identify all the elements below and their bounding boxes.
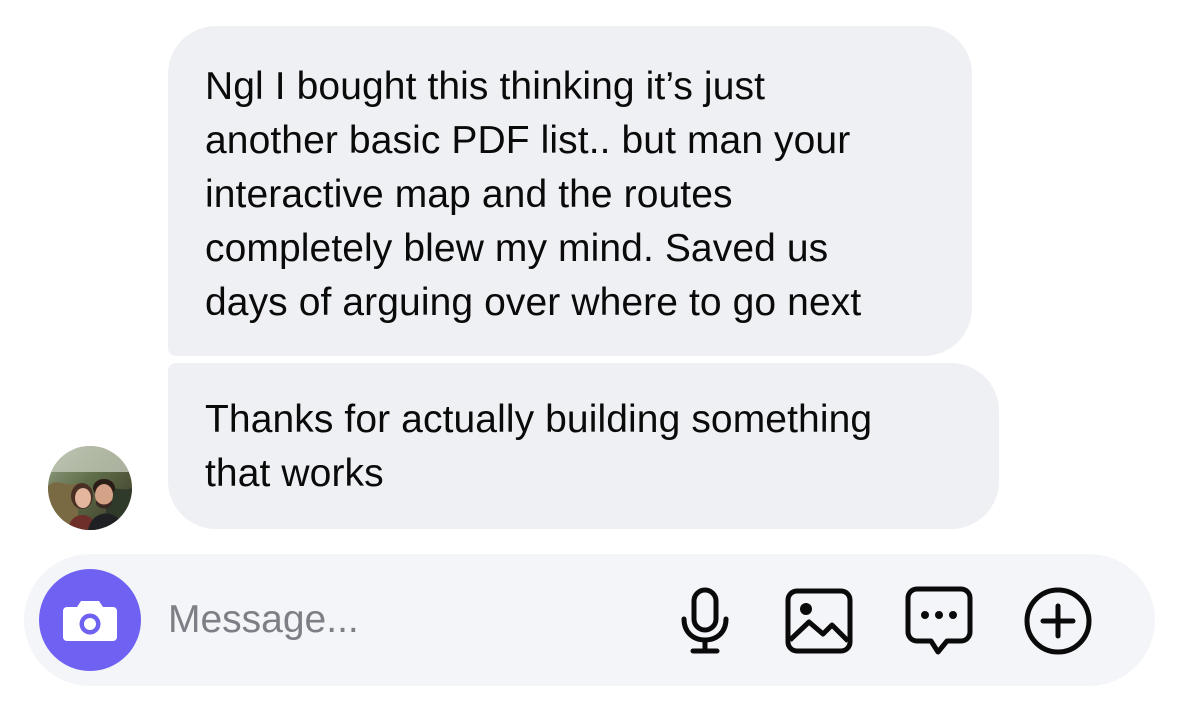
camera-button[interactable] [39, 569, 141, 671]
avatar-photo-icon [48, 446, 132, 530]
image-icon [785, 588, 853, 654]
sticker-button[interactable] [902, 584, 976, 658]
message-input[interactable] [168, 592, 628, 648]
message-bubble: Ngl I bought this thinking it’s just ano… [168, 26, 972, 356]
voice-message-button[interactable] [668, 584, 742, 658]
camera-icon [63, 601, 117, 641]
chat-bubble-icon [905, 586, 973, 655]
more-options-button[interactable] [1021, 584, 1095, 658]
plus-circle-icon [1024, 587, 1092, 655]
message-bubble: Thanks for actually building something t… [168, 363, 999, 529]
microphone-icon [681, 587, 729, 654]
gallery-button[interactable] [782, 584, 856, 658]
avatar[interactable] [48, 446, 132, 530]
